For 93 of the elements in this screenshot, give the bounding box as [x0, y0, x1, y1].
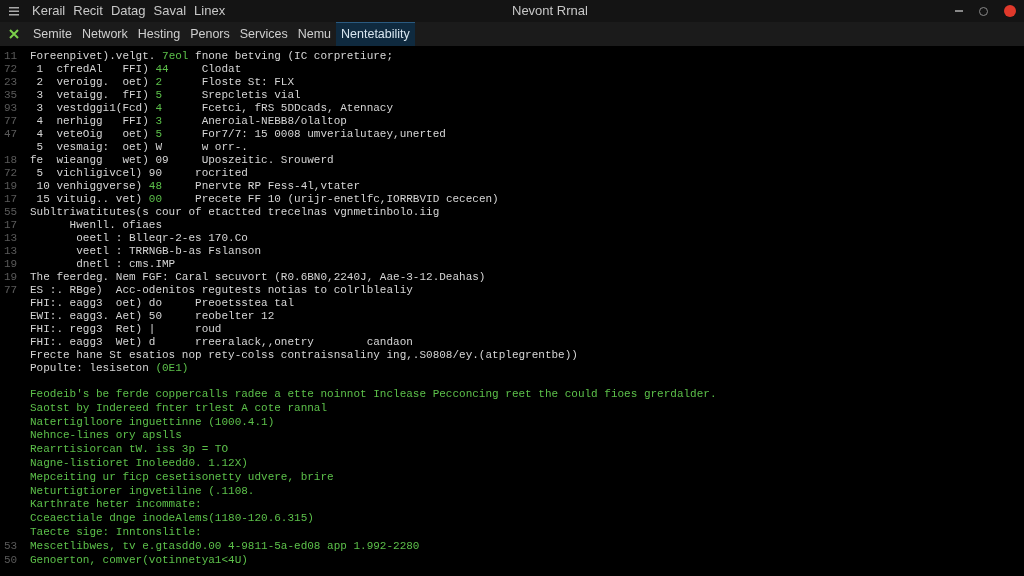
log-text: Mescetlibwes, tv e.gtasdd0.00 4-9811-5a-ed08 app 1.992-2280	[30, 539, 420, 554]
output-text: 2 veroigg. oet)	[35, 76, 150, 89]
line-number: 53	[4, 539, 18, 552]
log-text: Nehnce-lines ory apslls	[30, 429, 182, 444]
log-text: Cceaectiale dnge inodeAlems(1180-120.6.315)	[30, 512, 314, 526]
line-number: 19	[4, 258, 18, 270]
menu-icon[interactable]	[8, 5, 20, 17]
output-text: 3	[155, 115, 163, 128]
log-text: Taecte sige: Inntonslitle:	[30, 525, 202, 540]
line-number: 72	[4, 63, 18, 75]
output-text: 48	[148, 180, 163, 193]
output-text: The feerdeg. Nem FGF: Caral secuvort (R0.6BN0,2240J, Aae-3-12.Deahas)	[30, 271, 486, 284]
tab[interactable]: Nemu	[292, 22, 337, 46]
log-text: Feodeib's be ferde coppercalls radee a ette noinnot Inclease Pecconcing reet the could fioes grerdalder.	[30, 388, 717, 402]
tab[interactable]: Nentetability	[336, 22, 415, 46]
output-text: 2	[155, 76, 163, 89]
output-text: 4	[155, 102, 163, 115]
output-text: 5 vichligivcel) 90 rocrited	[35, 167, 248, 180]
output-text: 3 vetaigg. fFI)	[35, 89, 150, 102]
output-text: 1 cfredAl FFI)	[35, 63, 150, 76]
output-text: 7eol	[162, 50, 189, 63]
window-title: Nevont Rrnal	[512, 2, 589, 21]
output-text: fnone betving (IC corpretiure;	[194, 50, 394, 63]
log-text: Saotst by Indereed fnter trlest A cote rannal	[30, 401, 328, 416]
output-text: oeetl : Blleqr-2-es 170.Co	[75, 232, 248, 245]
output-text: 10 venhiggverse)	[35, 180, 144, 193]
tab[interactable]: Services	[234, 22, 293, 46]
line-number: 13	[4, 245, 18, 257]
output-text: 5 vesmaig: oet) W w orr-.	[35, 141, 248, 154]
output-text: 3 vestdggi1(Fcd)	[35, 102, 150, 115]
output-text: Frecte hane St esatios nop rety-colss contraisnsaliny ing,.S0808/ey.(atplegrentbe))	[30, 349, 578, 362]
menu-item[interactable]: Linex	[194, 1, 226, 21]
output-text: Clodat	[200, 63, 242, 76]
line-number: 93	[4, 102, 18, 114]
output-text: EWI:. eagg3. Aet) 50 reobelter 12	[30, 310, 275, 323]
tab[interactable]: Hesting	[132, 22, 186, 46]
line-number: 77	[4, 115, 18, 127]
output-text: Hwenll. ofiaes	[68, 219, 163, 232]
log-text: Rearrtisiorcan tW. iss 3p = TO	[30, 443, 229, 457]
menu-item[interactable]: Datag	[110, 1, 146, 21]
line-number: 23	[4, 76, 18, 88]
output-text: 4 nerhigg FFI)	[35, 115, 150, 128]
menu-item[interactable]: Saval	[153, 1, 187, 21]
output-text: Precete FF 10 (urijr-enetlfc,IORRBVID cececen)	[194, 193, 499, 206]
terminal-icon	[9, 29, 19, 39]
line-number: 17	[4, 219, 18, 231]
output-text: Floste St: FLX	[200, 76, 295, 89]
output-text: 5	[155, 89, 163, 102]
output-text: For7/7: 15 0008 umverialutaey,unerted	[200, 128, 446, 141]
output-text: Populte: lesiseton	[30, 362, 150, 375]
output-text: dnetl : cms.IMP	[75, 258, 176, 271]
output-text: 00	[148, 193, 163, 206]
line-number: 77	[4, 284, 18, 296]
menu-item[interactable]: Kerail	[32, 1, 66, 21]
output-text: ES :. RBge) Acc-odenitos regutests notias to colrlblealiy	[30, 284, 413, 297]
line-number: 17	[4, 193, 18, 205]
line-number: 19	[4, 271, 18, 283]
tab[interactable]: Semite	[28, 22, 77, 46]
close-icon[interactable]	[1004, 5, 1016, 17]
line-number: 18	[4, 154, 18, 166]
output-text: 4 veteOig oet)	[35, 128, 150, 141]
tab[interactable]: Penors	[185, 22, 235, 46]
output-text: (0E1)	[155, 362, 189, 375]
log-text: Nagne-listioret Inoleedd0. 1.12X)	[30, 457, 248, 471]
output-text: 5	[155, 128, 163, 141]
log-text: Natertiglloore inguettinne (1000.4.1)	[30, 415, 275, 430]
line-number: 50	[4, 553, 18, 566]
log-text: Mepceiting ur ficp cesetisonetty udvere, brire	[30, 470, 334, 485]
output-text: Fcetci, fRS 5DDcads, Atennacy	[200, 102, 394, 115]
tab[interactable]: Network	[76, 22, 133, 46]
line-number: 72	[4, 167, 18, 179]
output-text: Pnervte RP Fess-4l,vtater	[194, 180, 361, 193]
line-number: 55	[4, 206, 18, 218]
menu-item[interactable]: Recit	[73, 1, 103, 21]
output-text: FHI:. regg3 Ret) | roud	[30, 323, 222, 336]
line-number: 11	[4, 50, 18, 62]
output-text: Foreenpivet).velgt.	[30, 50, 157, 63]
output-text: FHI:. eagg3 Wet) d rreeralack,,onetry candaon	[30, 336, 413, 349]
line-number: 19	[4, 180, 18, 192]
output-text: Aneroial-NEBB8/olaltop	[200, 115, 347, 128]
output-text: FHI:. eagg3 oet) do Preoetsstea tal	[30, 297, 295, 310]
output-text: Srepcletis vial	[200, 89, 301, 102]
line-number: 35	[4, 89, 18, 101]
output-text: 44	[155, 63, 169, 76]
output-text: fe wieangg wet) 09 Uposzeitic. Srouwerd	[30, 154, 334, 167]
log-text: Genoerton, comver(votinnetya1<4U)	[30, 553, 248, 568]
log-text: Karthrate heter incommate:	[30, 498, 202, 513]
output-text: veetl : TRRNGB-b-as Fslanson	[75, 245, 262, 258]
output-text: 15 vituig.. vet)	[35, 193, 144, 206]
line-number: 13	[4, 232, 18, 244]
output-text: Subltriwatitutes(s cour of etactted trecelnas vgnmetinbolo.iig	[30, 206, 440, 219]
line-number: 47	[4, 128, 18, 140]
log-text: Neturtigtiorer ingvetiline (.1108.	[30, 484, 255, 499]
